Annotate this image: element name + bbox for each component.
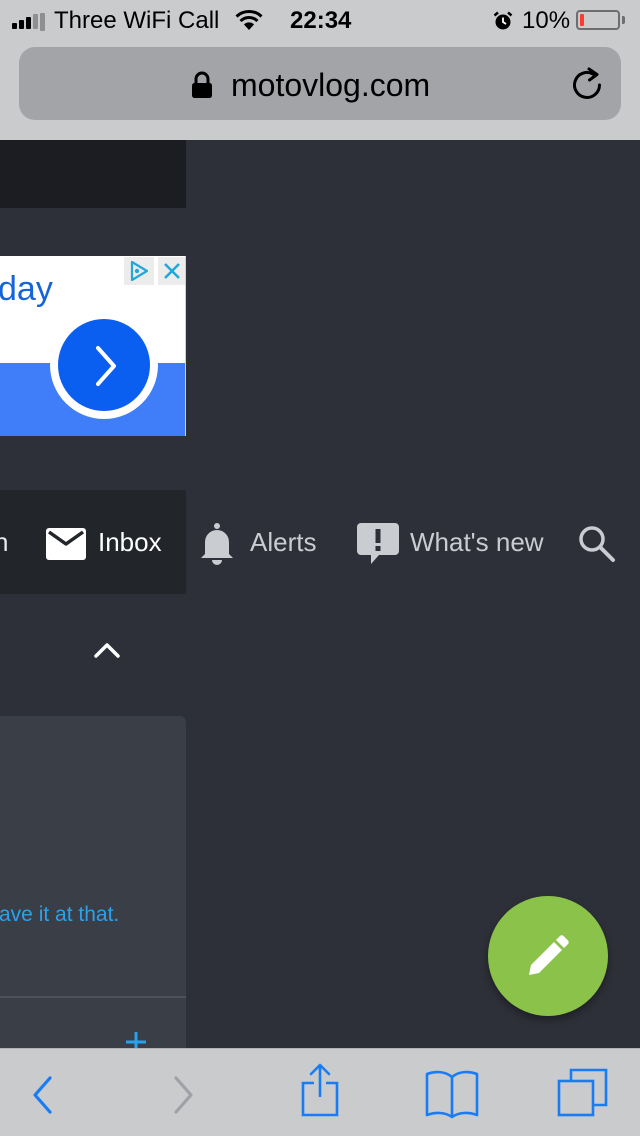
carrier-name: Three WiFi Call: [54, 7, 220, 34]
forward-icon[interactable]: [170, 1075, 196, 1120]
share-icon[interactable]: [299, 1063, 341, 1122]
nav-item-partial-label[interactable]: n: [0, 527, 8, 558]
close-icon[interactable]: [158, 257, 185, 285]
battery-percentage: 10%: [522, 7, 571, 34]
card-link[interactable]: ave it at that.: [0, 903, 119, 927]
alarm-icon: [493, 10, 513, 38]
card-divider: [0, 996, 186, 998]
browser-chrome-top: motovlog.com: [0, 40, 640, 140]
back-icon[interactable]: [30, 1075, 56, 1120]
wifi-icon: [234, 9, 264, 38]
advertisement[interactable]: day: [0, 256, 186, 436]
nav-item-alerts[interactable]: Alerts: [250, 527, 316, 558]
address-bar[interactable]: motovlog.com: [19, 47, 621, 120]
bell-icon[interactable]: [198, 522, 236, 571]
content-card: [0, 716, 186, 1048]
status-bar: Three WiFi Call 22:34 10%: [0, 0, 640, 40]
nav-item-whats-new[interactable]: What's new: [410, 527, 544, 558]
status-time: 22:34: [290, 7, 352, 34]
bookmarks-icon[interactable]: [425, 1069, 479, 1124]
pencil-icon: [529, 935, 569, 975]
tabs-icon[interactable]: [557, 1067, 609, 1124]
nav-item-inbox[interactable]: Inbox: [98, 527, 162, 558]
reload-icon[interactable]: [571, 67, 603, 106]
chevron-up-icon[interactable]: [92, 640, 122, 665]
browser-toolbar: [0, 1048, 640, 1136]
adchoices-icon[interactable]: [124, 257, 154, 285]
url-text[interactable]: motovlog.com: [231, 67, 430, 104]
chevron-right-icon: [88, 340, 122, 397]
lock-icon: [191, 71, 213, 104]
ad-text: day: [0, 270, 53, 308]
search-icon[interactable]: [578, 525, 616, 568]
compose-button[interactable]: [488, 896, 608, 1016]
site-header-strip: [0, 140, 186, 208]
battery-icon: [576, 10, 620, 30]
speech-bubble-exclamation-icon[interactable]: [357, 523, 399, 570]
battery-level: [580, 14, 584, 26]
envelope-icon[interactable]: [46, 528, 86, 565]
